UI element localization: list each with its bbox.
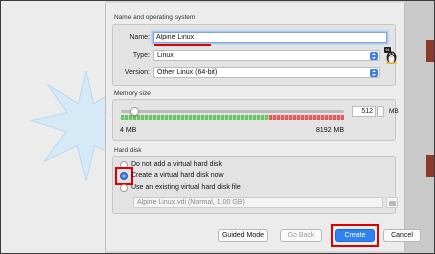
guided-mode-button[interactable]: Guided Mode bbox=[218, 229, 268, 242]
version-select-value: Other Linux (64-bit) bbox=[157, 69, 218, 76]
version-select[interactable]: Other Linux (64-bit) bbox=[153, 67, 380, 78]
existing-disk-value: Alpine Linux.vdi (Normal, 1.00 GB) bbox=[137, 199, 245, 206]
go-back-button[interactable]: Go Back bbox=[280, 229, 322, 242]
option-existing-disk-label: Use an existing virtual hard disk file bbox=[131, 184, 241, 191]
name-highlight-underline bbox=[154, 44, 211, 46]
memory-value-field[interactable]: 512 bbox=[352, 106, 376, 117]
memory-unit-label: MB bbox=[389, 108, 399, 115]
background-stripe bbox=[426, 155, 434, 177]
64bit-badge: 64 bbox=[384, 47, 391, 53]
chevron-updown-icon bbox=[370, 52, 378, 60]
type-label: Type: bbox=[132, 52, 150, 59]
background-left bbox=[1, 1, 105, 253]
section-title-name-os: Name and operating system bbox=[114, 14, 196, 21]
memory-stepper[interactable] bbox=[377, 106, 384, 117]
background-right bbox=[405, 1, 434, 253]
existing-disk-select[interactable]: Alpine Linux.vdi (Normal, 1.00 GB) bbox=[133, 197, 383, 208]
memory-slider-unsafe-range bbox=[269, 115, 344, 120]
background-stripe bbox=[426, 40, 434, 62]
type-select-value: Linux bbox=[157, 52, 174, 59]
create-highlight-box bbox=[331, 224, 379, 247]
option-create-disk-label: Create a virtual hard disk now bbox=[131, 172, 224, 179]
section-title-memory: Memory size bbox=[114, 90, 151, 97]
radio-existing-disk[interactable] bbox=[120, 184, 128, 192]
memory-min-label: 4 MB bbox=[120, 127, 137, 134]
memory-max-label: 8192 MB bbox=[316, 127, 345, 134]
memory-slider-track bbox=[121, 110, 344, 113]
type-select[interactable]: Linux bbox=[153, 50, 380, 61]
version-label: Version: bbox=[124, 69, 150, 76]
starburst-graphic bbox=[31, 71, 105, 181]
name-field[interactable] bbox=[153, 32, 387, 43]
chevron-updown-icon bbox=[370, 69, 378, 77]
create-vm-dialog: Name and operating system Name: Type: Li… bbox=[105, 3, 421, 251]
folder-icon[interactable] bbox=[386, 197, 398, 208]
name-label: Name: bbox=[129, 34, 150, 41]
cancel-button[interactable]: Cancel bbox=[383, 229, 421, 242]
section-title-hard-disk: Hard disk bbox=[114, 147, 142, 154]
memory-slider-safe-range bbox=[121, 115, 269, 120]
memory-slider-thumb[interactable] bbox=[130, 107, 139, 116]
option-no-disk-label: Do not add a virtual hard disk bbox=[131, 161, 223, 168]
